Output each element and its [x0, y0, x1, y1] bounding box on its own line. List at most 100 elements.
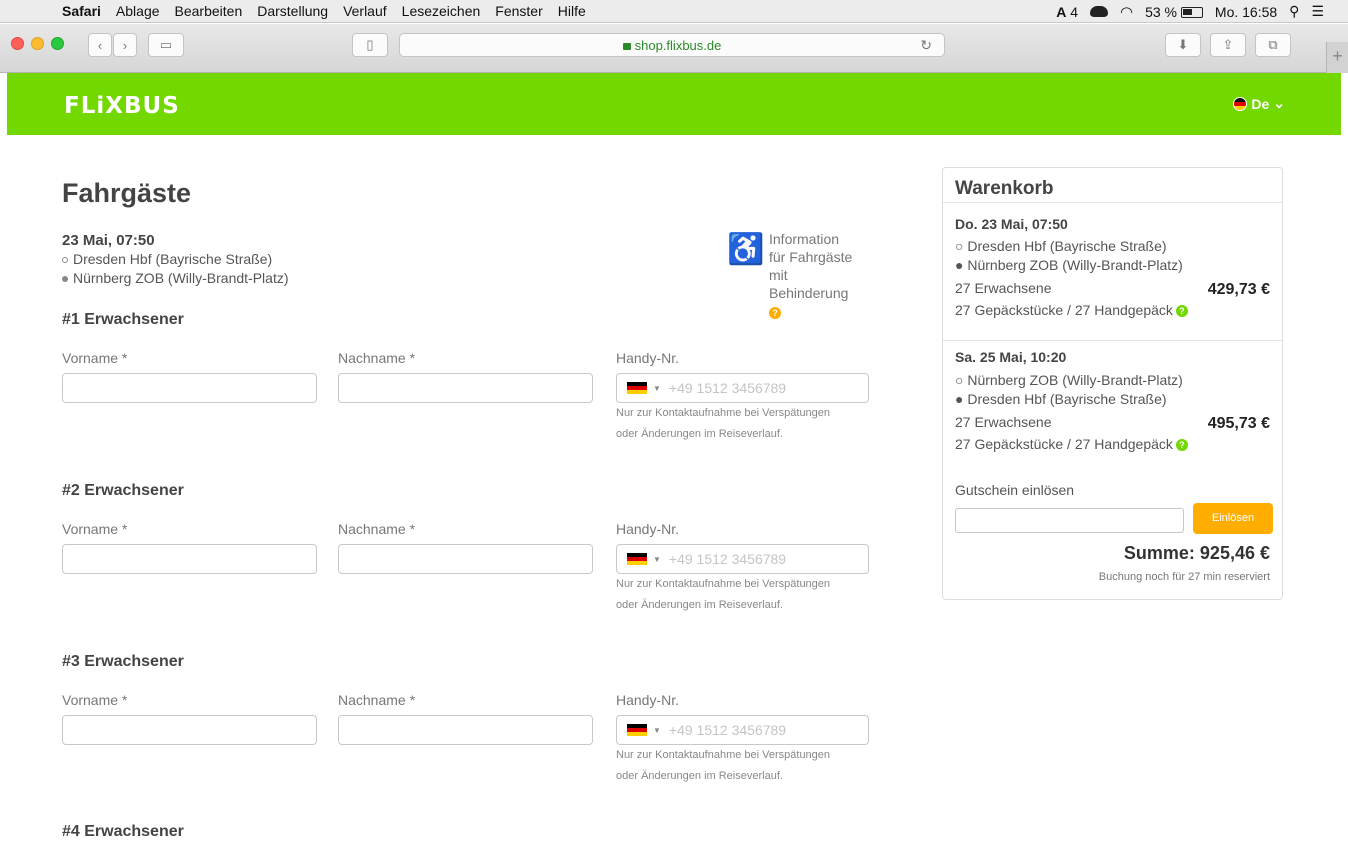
download-icon: ⬇ [1177, 37, 1189, 52]
flixbus-logo[interactable]: FLiXBUS [64, 93, 180, 119]
new-tab-button[interactable]: + [1326, 42, 1348, 73]
wheelchair-icon: ♿ [727, 233, 765, 266]
destination-marker-icon: ● [955, 391, 968, 407]
tabs-button[interactable]: ⧉ [1255, 33, 1291, 57]
segment-2-luggage: 27 Gepäckstücke / 27 Handgepäck? [955, 436, 1188, 452]
phone-label: Handy-Nr. [616, 692, 680, 708]
menu-safari[interactable]: Safari [62, 3, 101, 19]
downloads-button[interactable]: ⬇ [1165, 33, 1201, 57]
adobe-icon: A [1056, 3, 1067, 20]
firstname-input[interactable] [62, 373, 317, 403]
lastname-input[interactable] [338, 544, 593, 574]
passenger-2-title: #2 Erwachsener [62, 482, 184, 499]
passenger-4-title: #4 Erwachsener [62, 823, 184, 840]
segment-2-origin: ○ Nürnberg ZOB (Willy-Brandt-Platz) [955, 372, 1183, 388]
segment-2-origin-label: Nürnberg ZOB (Willy-Brandt-Platz) [967, 372, 1183, 388]
segment-2-passengers: 27 Erwachsene [955, 414, 1052, 430]
german-flag-icon[interactable] [627, 553, 647, 565]
destination-marker-icon [62, 276, 68, 283]
accessibility-line: mit [769, 267, 788, 283]
firstname-label: Vorname * [62, 692, 128, 708]
share-icon: ⇪ [1222, 37, 1234, 52]
accessibility-line: für Fahrgäste [769, 249, 853, 265]
german-flag-icon[interactable] [627, 382, 647, 394]
phone-hint: Nur zur Kontaktaufnahme bei Verspätungen… [616, 574, 876, 616]
battery-icon [1180, 7, 1203, 19]
accessibility-info[interactable]: ♿ Information für Fahrgäste mit Behinder… [727, 230, 861, 320]
segment-1-origin: ○ Dresden Hbf (Bayrische Straße) [955, 238, 1167, 254]
help-icon[interactable]: ? [1175, 305, 1188, 318]
back-button[interactable]: ‹ [88, 33, 112, 57]
segment-1-destination: ● Nürnberg ZOB (Willy-Brandt-Platz) [955, 257, 1183, 273]
forward-button[interactable]: › [113, 33, 137, 57]
battery-percent: 53 % [1145, 3, 1178, 20]
close-window-button[interactable] [11, 37, 24, 50]
segment-1-passengers: 27 Erwachsene [955, 280, 1052, 296]
page-icon: ▯ [366, 37, 374, 52]
redeem-voucher-button[interactable]: Einlösen [1193, 503, 1273, 534]
accessibility-line: Behinderung [769, 285, 849, 301]
lastname-label: Nachname * [338, 521, 416, 537]
minimize-window-button[interactable] [31, 37, 44, 50]
phone-hint-line: Nur zur Kontaktaufnahme bei Verspätungen [616, 578, 831, 590]
accessibility-text: Information für Fahrgäste mit Behinderun… [769, 230, 861, 320]
cloud-icon[interactable] [1090, 6, 1108, 17]
phone-hint-line: oder Änderungen im Reiseverlauf. [616, 770, 783, 782]
segment-1-date: Do. 23 Mai, 07:50 [955, 216, 1068, 232]
phone-label: Handy-Nr. [616, 521, 680, 537]
chevron-down-icon: ⌄ [1273, 95, 1285, 111]
clock[interactable]: Mo. 16:58 [1215, 4, 1277, 20]
segment-2-luggage-label: 27 Gepäckstücke / 27 Handgepäck [955, 436, 1173, 452]
reload-icon[interactable]: ↻ [920, 37, 932, 54]
trip-origin-label: Dresden Hbf (Bayrische Straße) [73, 251, 273, 267]
url-text: shop.flixbus.de [634, 37, 722, 53]
lastname-input[interactable] [338, 373, 593, 403]
phone-input[interactable]: ▼ +49 1512 3456789 [616, 544, 869, 574]
menu-verlauf[interactable]: Verlauf [343, 3, 387, 19]
phone-input[interactable]: ▼ +49 1512 3456789 [616, 715, 869, 745]
trip-date: 23 Mai, 07:50 [62, 232, 155, 249]
help-icon[interactable]: ? [769, 307, 781, 319]
voucher-input[interactable] [955, 508, 1184, 533]
menu-bearbeiten[interactable]: Bearbeiten [175, 3, 243, 19]
language-label: De [1251, 95, 1270, 112]
address-bar[interactable]: shop.flixbus.de ↻ [399, 33, 945, 57]
spotlight-search-icon[interactable]: ⚲ [1289, 3, 1299, 20]
sidebar-icon: ▭ [159, 37, 173, 52]
menu-darstellung[interactable]: Darstellung [257, 3, 328, 19]
caret-down-icon[interactable]: ▼ [653, 555, 661, 564]
firstname-input[interactable] [62, 715, 317, 745]
wifi-icon[interactable]: ◠ [1120, 3, 1133, 21]
phone-hint-line: oder Änderungen im Reiseverlauf. [616, 599, 783, 611]
adobe-status[interactable]: A 4 [1056, 4, 1078, 20]
lastname-input[interactable] [338, 715, 593, 745]
battery-status[interactable]: 53 % [1145, 4, 1203, 20]
phone-input[interactable]: ▼ +49 1512 3456789 [616, 373, 869, 403]
menu-ablage[interactable]: Ablage [116, 3, 160, 19]
menu-hilfe[interactable]: Hilfe [558, 3, 586, 19]
lastname-label: Nachname * [338, 350, 416, 366]
share-button[interactable]: ⇪ [1210, 33, 1246, 57]
destination-marker-icon: ● [955, 257, 968, 273]
menu-fenster[interactable]: Fenster [495, 3, 542, 19]
caret-down-icon[interactable]: ▼ [653, 726, 661, 735]
caret-down-icon[interactable]: ▼ [653, 384, 661, 393]
macos-menu-bar: Safari Ablage Bearbeiten Darstellung Ver… [0, 0, 1348, 23]
sidebar-button[interactable]: ▭ [148, 33, 184, 57]
zoom-window-button[interactable] [51, 37, 64, 50]
notification-center-icon[interactable]: ☰ [1311, 3, 1324, 20]
phone-hint: Nur zur Kontaktaufnahme bei Verspätungen… [616, 745, 876, 787]
menu-lesezeichen[interactable]: Lesezeichen [402, 3, 481, 19]
divider [943, 340, 1282, 341]
language-selector[interactable]: De ⌄ [1233, 95, 1285, 112]
german-flag-icon[interactable] [627, 724, 647, 736]
phone-placeholder: +49 1512 3456789 [668, 722, 787, 738]
german-flag-icon [1233, 96, 1248, 111]
reader-button[interactable]: ▯ [352, 33, 388, 57]
passenger-1-title: #1 Erwachsener [62, 311, 184, 328]
segment-2-date: Sa. 25 Mai, 10:20 [955, 349, 1067, 365]
status-area: A 4 ◠ 53 % Mo. 16:58 ⚲ ☰ [1056, 0, 1324, 23]
cart-title: Warenkorb [955, 178, 1054, 199]
firstname-input[interactable] [62, 544, 317, 574]
help-icon[interactable]: ? [1175, 439, 1188, 452]
